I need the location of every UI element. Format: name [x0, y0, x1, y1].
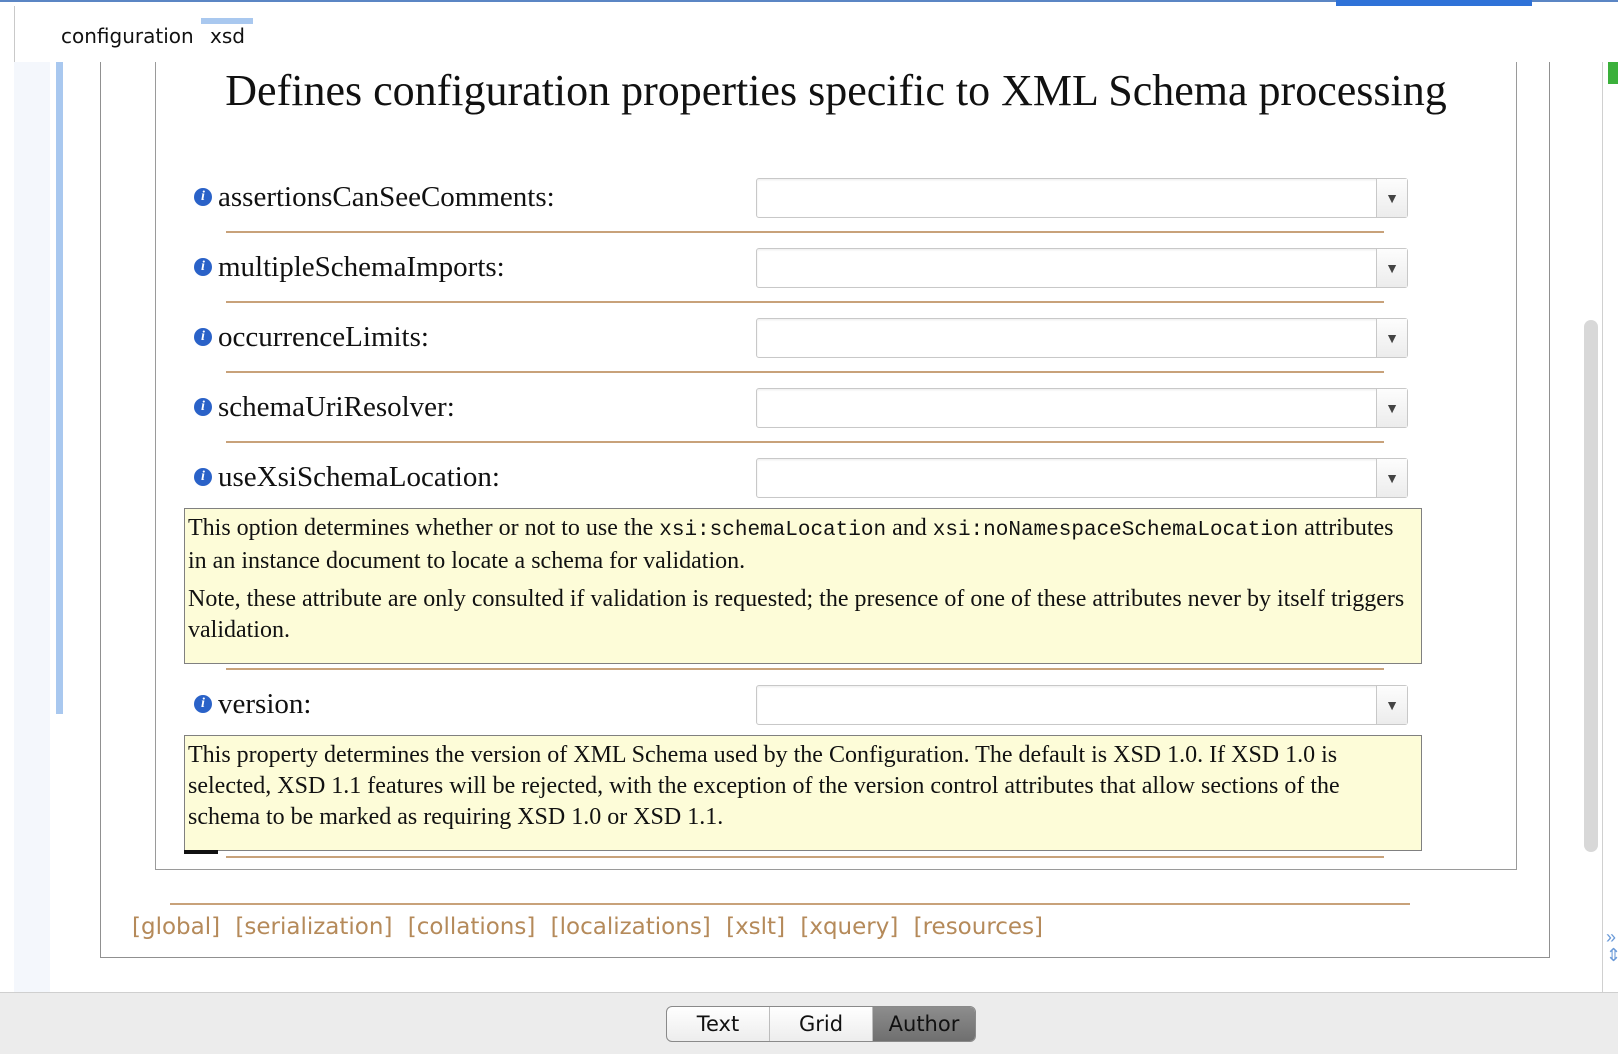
mode-text-button[interactable]: Text: [667, 1007, 770, 1041]
vertical-scrollbar-thumb[interactable]: [1584, 320, 1598, 852]
row-separator: [226, 301, 1384, 303]
property-label-multipleSchemaImports: multipleSchemaImports:: [218, 251, 505, 283]
validation-status-marker: [1608, 62, 1618, 84]
info-icon[interactable]: i: [194, 258, 212, 276]
text-caret: [184, 850, 218, 854]
property-label-occurrenceLimits: occurrenceLimits:: [218, 321, 429, 353]
row-separator: [226, 441, 1384, 443]
chevron-down-icon[interactable]: ▼: [1376, 179, 1407, 217]
link-xslt[interactable]: [xslt]: [726, 914, 785, 940]
note-paragraph: Note, these attribute are only consulted…: [188, 586, 1405, 643]
link-xquery[interactable]: [xquery]: [800, 914, 898, 940]
property-combo-version[interactable]: ▼: [756, 685, 1408, 725]
section-links: [global] [serialization] [collations] [l…: [132, 914, 1051, 940]
link-global[interactable]: [global]: [132, 914, 220, 940]
info-icon[interactable]: i: [194, 398, 212, 416]
link-resources[interactable]: [resources]: [914, 914, 1043, 940]
property-combo-assertionsCanSeeComments[interactable]: ▼: [756, 178, 1408, 218]
info-icon[interactable]: i: [194, 468, 212, 486]
breadcrumb-item-xsd[interactable]: xsd: [210, 24, 245, 48]
note-code: xsi:noNamespaceSchemaLocation: [932, 519, 1299, 542]
note-text: and: [886, 515, 933, 541]
property-label-useXsiSchemaLocation: useXsiSchemaLocation:: [218, 461, 500, 493]
chevron-down-icon[interactable]: ▼: [1376, 459, 1407, 497]
row-separator: [226, 668, 1384, 670]
property-label-version: version:: [218, 688, 312, 720]
chevron-down-icon[interactable]: ▼: [1376, 249, 1407, 287]
links-separator: [170, 903, 1410, 905]
info-icon[interactable]: i: [194, 328, 212, 346]
page-title: Defines configuration properties specifi…: [225, 66, 1447, 115]
info-icon[interactable]: i: [194, 695, 212, 713]
structure-indicator-strip: [56, 62, 63, 714]
breadcrumb-item-configuration[interactable]: configuration: [61, 24, 194, 48]
right-gutter-divider: [1602, 62, 1603, 992]
link-serialization[interactable]: [serialization]: [235, 914, 392, 940]
mode-grid-button[interactable]: Grid: [770, 1007, 873, 1041]
property-combo-occurrenceLimits[interactable]: ▼: [756, 318, 1408, 358]
link-localizations[interactable]: [localizations]: [551, 914, 711, 940]
property-combo-useXsiSchemaLocation[interactable]: ▼: [756, 458, 1408, 498]
left-gutter: [14, 62, 50, 992]
property-combo-schemaUriResolver[interactable]: ▼: [756, 388, 1408, 428]
property-note-version: This property determines the version of …: [184, 735, 1422, 851]
link-collations[interactable]: [collations]: [408, 914, 536, 940]
editor-mode-switch: Text Grid Author: [666, 1006, 976, 1042]
navigation-arrows-icon[interactable]: » ⇕: [1606, 928, 1618, 964]
chevron-down-icon[interactable]: ▼: [1376, 686, 1407, 724]
note-text: This option determines whether or not to…: [188, 515, 660, 541]
info-icon[interactable]: i: [194, 188, 212, 206]
property-note-useXsiSchemaLocation: This option determines whether or not to…: [184, 508, 1422, 664]
row-separator: [226, 371, 1384, 373]
property-label-assertionsCanSeeComments: assertionsCanSeeComments:: [218, 181, 555, 213]
mode-author-button[interactable]: Author: [873, 1007, 975, 1041]
note-paragraph: This property determines the version of …: [188, 742, 1340, 830]
row-separator: [226, 856, 1384, 858]
row-separator: [226, 231, 1384, 233]
chevron-down-icon[interactable]: ▼: [1376, 319, 1407, 357]
note-paragraph: This option determines whether or not to…: [188, 513, 1415, 577]
chevron-down-icon[interactable]: ▼: [1376, 389, 1407, 427]
note-code: xsi:schemaLocation: [659, 519, 887, 542]
property-combo-multipleSchemaImports[interactable]: ▼: [756, 248, 1408, 288]
property-label-schemaUriResolver: schemaUriResolver:: [218, 391, 455, 423]
